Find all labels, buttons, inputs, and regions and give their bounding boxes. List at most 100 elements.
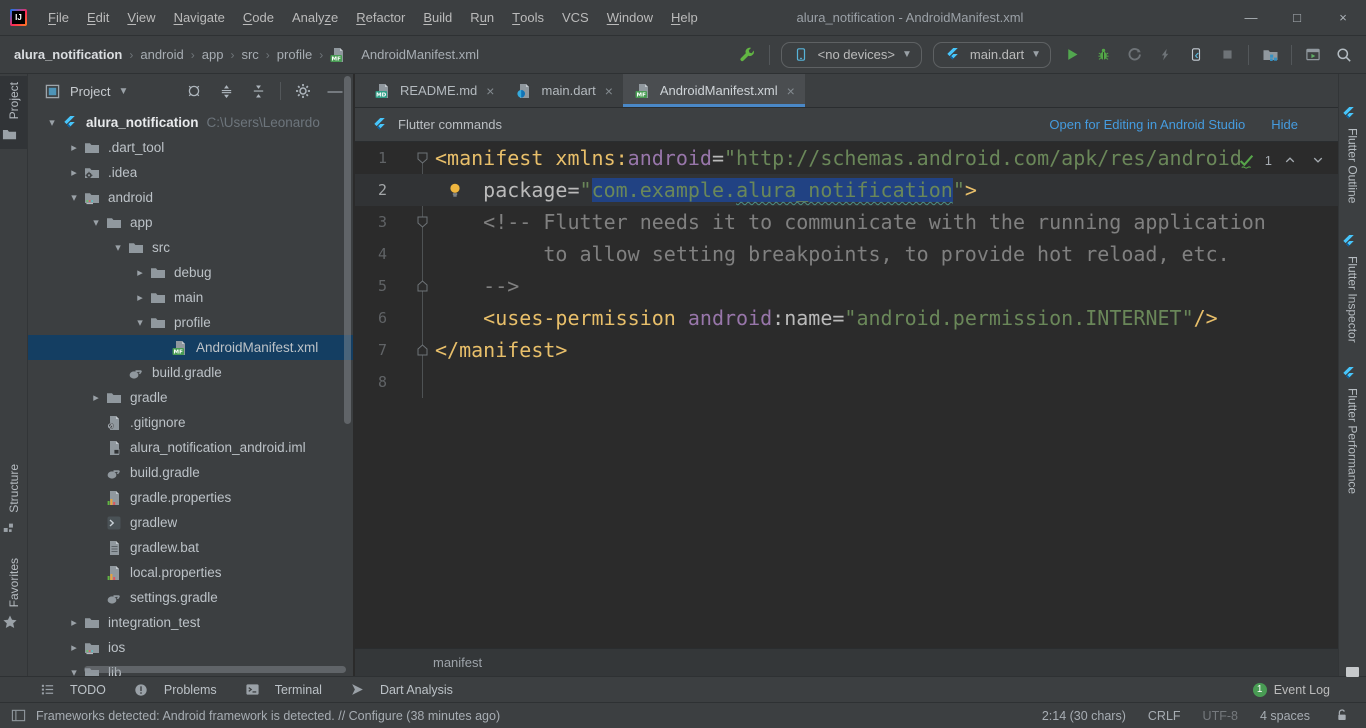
tool-stripe-structure[interactable]: Structure: [0, 458, 27, 543]
stop-button[interactable]: [1217, 45, 1237, 65]
project-panel-title[interactable]: Project: [70, 84, 110, 99]
menu-run[interactable]: Run: [461, 0, 503, 35]
vertical-scrollbar[interactable]: [344, 76, 351, 424]
tab-readme-md[interactable]: MDREADME.md×: [363, 74, 504, 107]
tree-chevron-icon[interactable]: ▸: [130, 266, 150, 279]
tree-item-ios[interactable]: ▸ios: [28, 635, 353, 660]
project-view-icon[interactable]: [42, 81, 62, 101]
tree-chevron-icon[interactable]: ▾: [42, 116, 62, 129]
tree-item--gitignore[interactable]: .gitignore: [28, 410, 353, 435]
tree-item-settings-gradle[interactable]: settings.gradle: [28, 585, 353, 610]
menu-code[interactable]: Code: [234, 0, 283, 35]
tree-item-androidmanifest-xml[interactable]: MFAndroidManifest.xml: [28, 335, 353, 360]
tool-stripe-flutter-outline[interactable]: Flutter Outline: [1339, 98, 1366, 209]
tree-item-local-properties[interactable]: local.properties: [28, 560, 353, 585]
tab-main-dart[interactable]: main.dart×: [504, 74, 622, 107]
profiler-button[interactable]: [1124, 45, 1144, 65]
flutter-wrench-icon[interactable]: [738, 45, 758, 65]
breadcrumb-item[interactable]: alura_notification: [14, 47, 122, 62]
hide-banner-link[interactable]: Hide: [1271, 117, 1298, 132]
hot-reload-icon[interactable]: [1155, 45, 1175, 65]
breadcrumb-item[interactable]: android: [140, 47, 183, 62]
menu-tools[interactable]: Tools: [503, 0, 553, 35]
tree-chevron-icon[interactable]: ▸: [64, 141, 84, 154]
tree-item-gradlew-bat[interactable]: gradlew.bat: [28, 535, 353, 560]
indent-setting[interactable]: 4 spaces: [1260, 709, 1310, 723]
event-log-button[interactable]: Event Log: [1274, 683, 1330, 697]
debug-button[interactable]: [1093, 45, 1113, 65]
fold-marker-icon[interactable]: [417, 344, 428, 360]
menu-edit[interactable]: Edit: [78, 0, 118, 35]
tool-window-button-dart-analysis[interactable]: Dart Analysis: [350, 682, 453, 698]
tree-chevron-icon[interactable]: ▸: [64, 166, 84, 179]
device-selector[interactable]: <no devices> ▼: [781, 42, 922, 68]
caret-position[interactable]: 2:14 (30 chars): [1042, 709, 1126, 723]
device-file-explorer-icon[interactable]: [1260, 45, 1280, 65]
locate-file-icon[interactable]: [184, 81, 204, 101]
chevron-down-icon[interactable]: ▼: [118, 86, 128, 97]
line-ending[interactable]: CRLF: [1148, 709, 1181, 723]
menu-file[interactable]: File: [39, 0, 78, 35]
tree-chevron-icon[interactable]: ▾: [130, 316, 150, 329]
tree-chevron-icon[interactable]: ▾: [86, 216, 106, 229]
tree-item-android[interactable]: ▾android: [28, 185, 353, 210]
prev-problem-icon[interactable]: [1280, 150, 1300, 170]
tree-item-profile[interactable]: ▾profile: [28, 310, 353, 335]
breadcrumb-manifest[interactable]: manifest: [433, 655, 482, 670]
tree-item-gradlew[interactable]: gradlew: [28, 510, 353, 535]
status-message[interactable]: Frameworks detected: Android framework i…: [36, 709, 500, 723]
tool-window-button-todo[interactable]: TODO: [40, 682, 106, 698]
tree-item-gradle[interactable]: ▸gradle: [28, 385, 353, 410]
close-button[interactable]: ×: [1320, 0, 1366, 35]
tree-item-build-gradle[interactable]: build.gradle: [28, 360, 353, 385]
horizontal-scrollbar[interactable]: [84, 666, 346, 673]
code-editor[interactable]: 1<manifest xmlns:android="http://schemas…: [355, 142, 1338, 648]
flutter-attach-icon[interactable]: [1186, 45, 1206, 65]
search-everywhere-icon[interactable]: [1334, 45, 1354, 65]
tree-item-alura-notification[interactable]: ▾alura_notificationC:\Users\Leonardo: [28, 110, 353, 135]
tool-stripe-favorites[interactable]: Favorites: [0, 552, 27, 637]
tree-item-gradle-properties[interactable]: gradle.properties: [28, 485, 353, 510]
tool-window-button-problems[interactable]: Problems: [134, 682, 217, 698]
minimize-button[interactable]: —: [1228, 0, 1274, 35]
tab-androidmanifest-xml[interactable]: MFAndroidManifest.xml×: [623, 74, 805, 107]
tree-chevron-icon[interactable]: ▾: [64, 191, 84, 204]
tree-item-integration-test[interactable]: ▸integration_test: [28, 610, 353, 635]
hide-panel-icon[interactable]: —: [325, 81, 345, 101]
tree-item-alura-notification-android-iml[interactable]: alura_notification_android.iml: [28, 435, 353, 460]
close-icon[interactable]: ×: [486, 83, 494, 99]
tree-item-main[interactable]: ▸main: [28, 285, 353, 310]
tool-window-toggle-icon[interactable]: [8, 706, 28, 726]
menu-window[interactable]: Window: [598, 0, 662, 35]
unlock-icon[interactable]: [1332, 706, 1352, 726]
tree-item-app[interactable]: ▾app: [28, 210, 353, 235]
tree-chevron-icon[interactable]: ▾: [64, 666, 84, 676]
tree-item-src[interactable]: ▾src: [28, 235, 353, 260]
tree-chevron-icon[interactable]: ▸: [64, 641, 84, 654]
tree-item-debug[interactable]: ▸debug: [28, 260, 353, 285]
menu-view[interactable]: View: [118, 0, 164, 35]
fold-marker-icon[interactable]: [417, 216, 428, 232]
scrollbar-corner[interactable]: [1346, 667, 1359, 677]
settings-gear-icon[interactable]: [293, 81, 313, 101]
open-in-android-studio-link[interactable]: Open for Editing in Android Studio: [1049, 117, 1245, 132]
tree-chevron-icon[interactable]: ▸: [130, 291, 150, 304]
tree-chevron-icon[interactable]: ▸: [64, 616, 84, 629]
fold-marker-icon[interactable]: [417, 152, 428, 168]
menu-build[interactable]: Build: [414, 0, 461, 35]
run-configuration-selector[interactable]: main.dart ▼: [933, 42, 1051, 68]
collapse-all-icon[interactable]: [248, 81, 268, 101]
menu-analyze[interactable]: Analyze: [283, 0, 347, 35]
next-problem-icon[interactable]: [1308, 150, 1328, 170]
close-icon[interactable]: ×: [787, 83, 795, 99]
breadcrumb-item[interactable]: app: [202, 47, 224, 62]
tool-stripe-flutter-inspector[interactable]: Flutter Inspector: [1339, 226, 1366, 349]
fold-marker-icon[interactable]: [417, 280, 428, 296]
breadcrumb-item[interactable]: src: [241, 47, 258, 62]
inspections-ok-icon[interactable]: [1237, 150, 1257, 170]
file-encoding[interactable]: UTF-8: [1203, 709, 1238, 723]
run-button[interactable]: [1062, 45, 1082, 65]
breadcrumb-item[interactable]: AndroidManifest.xml: [361, 47, 479, 62]
maximize-button[interactable]: □: [1274, 0, 1320, 35]
menu-refactor[interactable]: Refactor: [347, 0, 414, 35]
